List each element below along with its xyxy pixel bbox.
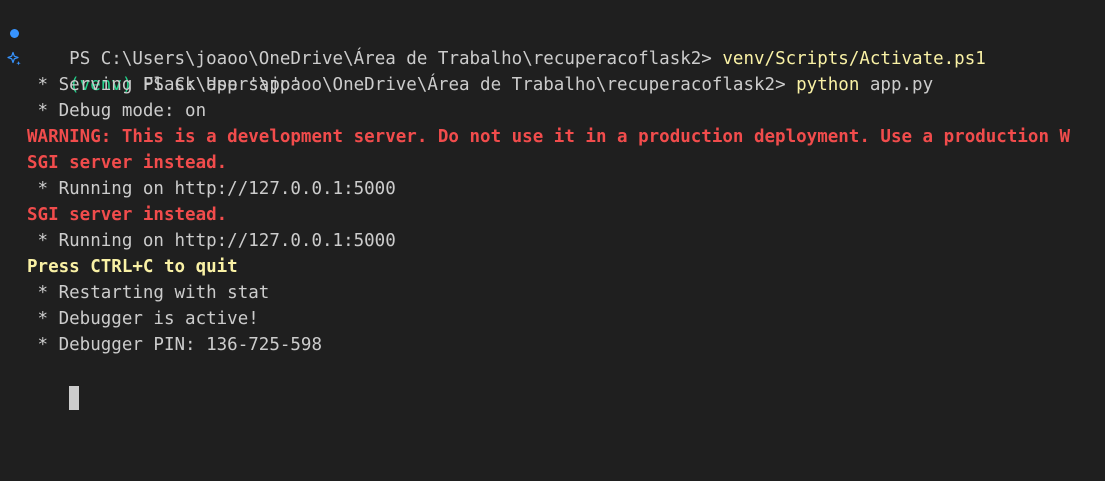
output-line: * Debug mode: on xyxy=(27,101,207,121)
cursor-line[interactable] xyxy=(0,358,1105,410)
terminal-panel[interactable]: PS C:\Users\joaoo\OneDrive\Área de Traba… xyxy=(0,0,1105,481)
output-line: * Restarting with stat xyxy=(27,283,270,303)
warning-line: SGI server instead. xyxy=(27,153,228,173)
status-dot-icon[interactable] xyxy=(5,20,23,46)
output-line: * Serving Flask app 'app' xyxy=(27,75,301,95)
output-line: * Running on http://127.0.0.1:5000 xyxy=(27,179,396,199)
output-line: * Debugger is active! xyxy=(27,309,259,329)
terminal-line-python: (venv) PS C:\Users\joaoo\OneDrive\Área d… xyxy=(0,46,1105,95)
warning-line: WARNING: This is a development server. D… xyxy=(27,127,1071,147)
terminal-cursor xyxy=(69,386,80,410)
warning-line: SGI server instead. xyxy=(27,205,228,225)
quit-hint-line: Press CTRL+C to quit xyxy=(27,257,238,277)
sparkle-icon[interactable] xyxy=(5,46,23,72)
output-line: * Debugger PIN: 136-725-598 xyxy=(27,335,323,355)
terminal-line-activate: PS C:\Users\joaoo\OneDrive\Área de Traba… xyxy=(0,20,1105,69)
output-line: * Running on http://127.0.0.1:5000 xyxy=(27,231,396,251)
